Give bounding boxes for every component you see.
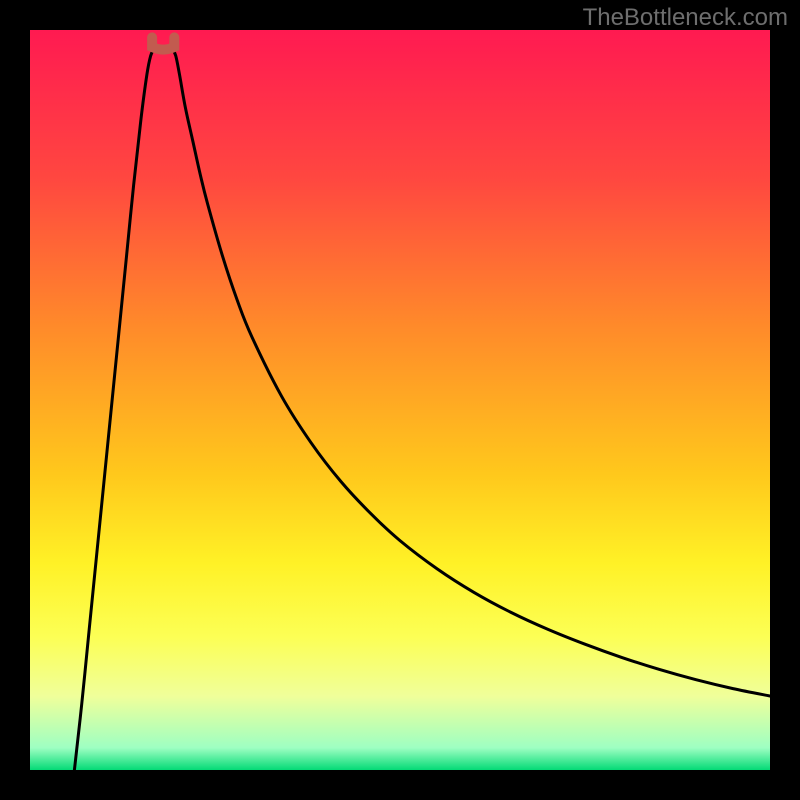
plot-area (30, 30, 770, 770)
chart-svg (30, 30, 770, 770)
background-gradient (30, 30, 770, 770)
watermark: TheBottleneck.com (583, 4, 788, 32)
chart-root: TheBottleneck.com (0, 0, 800, 800)
